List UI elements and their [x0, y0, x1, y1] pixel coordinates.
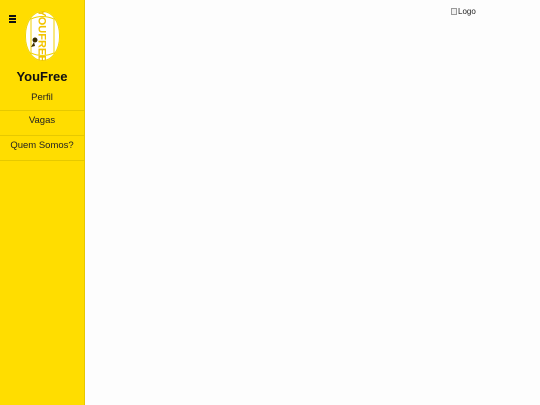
- youfree-logo-graphic: YOUFREE: [26, 11, 59, 61]
- logo-text: YOUFREE: [36, 11, 48, 61]
- sidebar-item-vagas[interactable]: Vagas: [0, 111, 84, 136]
- sidebar-nav: Perfil Vagas Quem Somos?: [0, 88, 84, 161]
- header-logo-image[interactable]: Logo: [451, 6, 476, 17]
- hamburger-menu-icon[interactable]: [9, 15, 16, 23]
- broken-image-icon: [451, 8, 457, 15]
- page: YOUFREE YouFree Perfil Vagas Quem Somos?…: [0, 0, 540, 405]
- sidebar-item-quem-somos[interactable]: Quem Somos?: [0, 136, 84, 161]
- brand-name: YouFree: [16, 69, 68, 84]
- logo-alt-text: Logo: [458, 7, 476, 16]
- youfree-logo[interactable]: YOUFREE: [25, 11, 60, 61]
- sidebar-item-perfil[interactable]: Perfil: [0, 88, 84, 111]
- hamburger-line: [9, 15, 16, 17]
- hamburger-line: [9, 21, 16, 23]
- hamburger-line: [9, 18, 16, 20]
- sidebar: YOUFREE YouFree Perfil Vagas Quem Somos?: [0, 0, 85, 405]
